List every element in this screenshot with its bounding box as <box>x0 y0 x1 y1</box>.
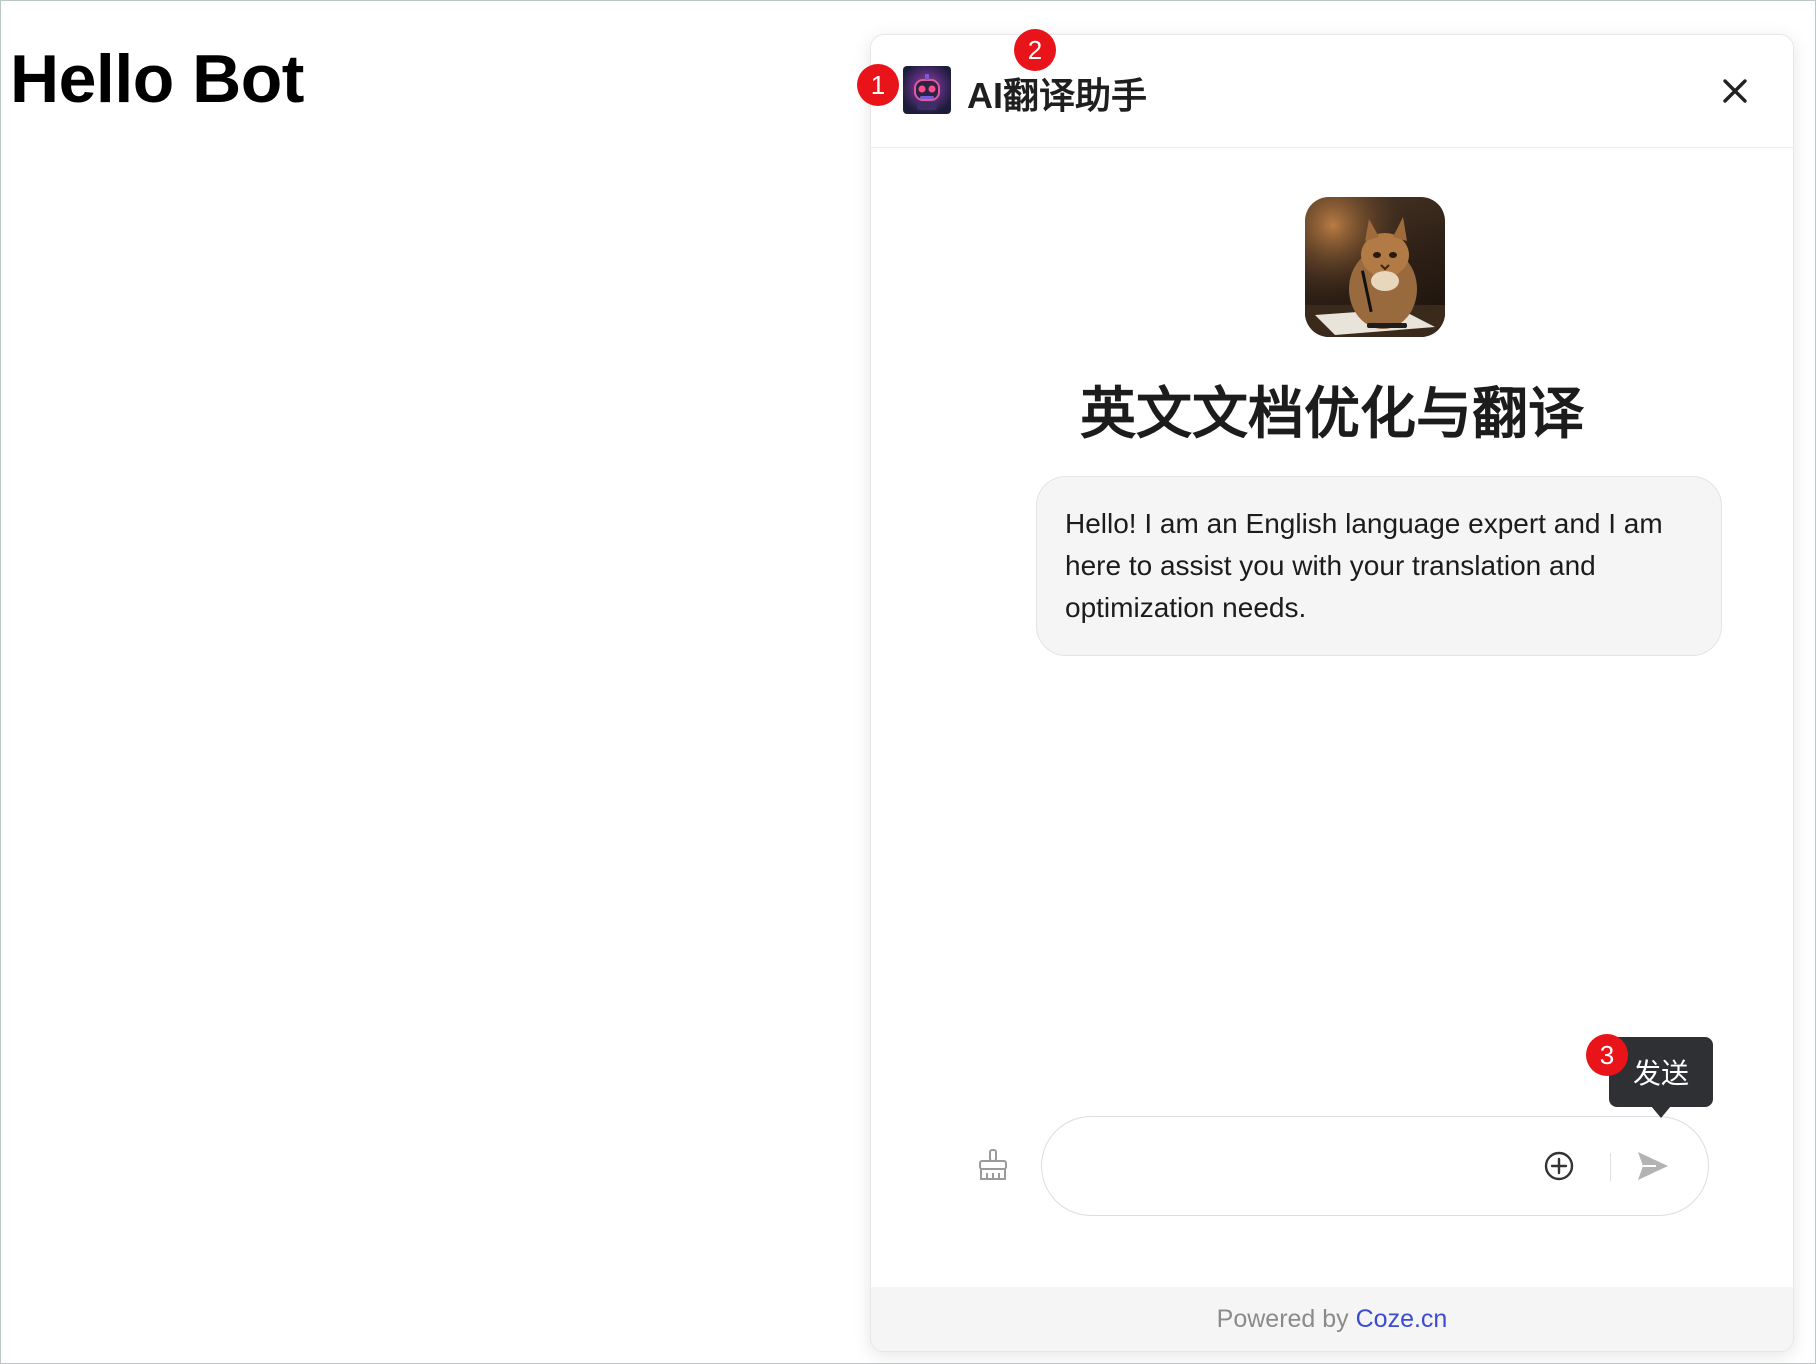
close-icon <box>1723 79 1747 103</box>
send-icon <box>1638 1152 1668 1180</box>
robot-icon <box>914 74 940 110</box>
message-input[interactable] <box>1070 1141 1544 1193</box>
page-title: Hello Bot <box>10 41 304 117</box>
clear-context-button[interactable] <box>975 1147 1011 1183</box>
add-attachment-button[interactable] <box>1542 1149 1576 1183</box>
bot-header-avatar[interactable] <box>903 66 951 114</box>
footer-prefix: Powered by <box>1216 1305 1356 1333</box>
bot-name: 英文文档优化与翻译 <box>1080 382 1584 445</box>
cat-avatar-image <box>1305 197 1445 337</box>
annotation-marker-1: 1 <box>857 64 899 106</box>
chat-widget: AI翻译助手 英文文档优化与翻译 Hello! I am an English … <box>870 34 1794 1352</box>
bot-avatar <box>1305 197 1445 337</box>
close-button[interactable] <box>1715 71 1755 111</box>
message-input-box[interactable] <box>1041 1116 1709 1216</box>
chat-header-title: AI翻译助手 <box>967 75 1148 116</box>
chat-header: AI翻译助手 <box>871 35 1793 148</box>
greeting-message: Hello! I am an English language expert a… <box>1036 476 1722 656</box>
annotation-marker-2: 2 <box>1014 29 1056 71</box>
add-circle-icon <box>1544 1151 1574 1181</box>
annotation-marker-3: 3 <box>1586 1034 1628 1076</box>
powered-by-footer: Powered by Coze.cn <box>871 1287 1793 1351</box>
coze-link[interactable]: Coze.cn <box>1356 1305 1448 1333</box>
send-button[interactable] <box>1634 1147 1672 1185</box>
brush-icon <box>979 1149 1007 1180</box>
input-divider <box>1610 1153 1611 1181</box>
